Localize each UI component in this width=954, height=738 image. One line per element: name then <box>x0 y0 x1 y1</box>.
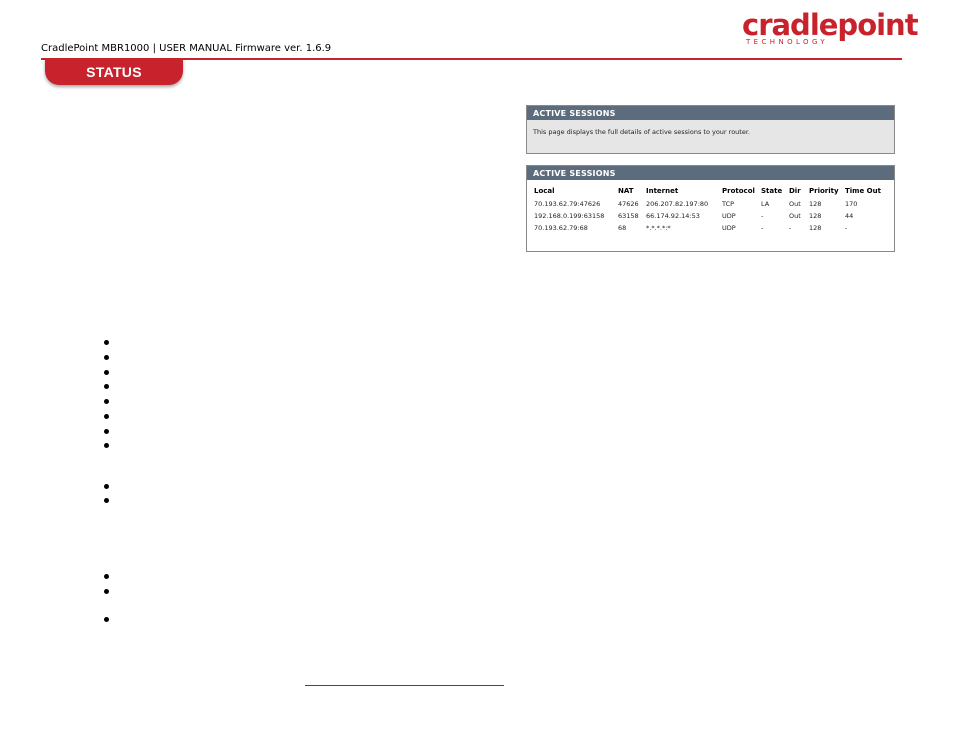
cell-state: - <box>761 224 764 232</box>
cell-local: 70.193.62.79:68 <box>534 224 588 232</box>
cell-nat: 68 <box>618 224 627 232</box>
logo-wordmark: cradlepoint <box>742 8 919 42</box>
bullet-icon <box>104 574 109 579</box>
bullet-icon <box>104 429 109 434</box>
panel-description: This page displays the full details of a… <box>527 120 894 144</box>
cell-timeout: - <box>845 224 848 232</box>
hyperlink-underline[interactable] <box>305 685 504 686</box>
column-header: Dir <box>789 187 801 195</box>
cell-state: - <box>761 212 764 220</box>
cradlepoint-logo: cradlepoint TECHNOLOGY <box>742 8 919 50</box>
cell-local: 192.168.0.199:63158 <box>534 212 605 220</box>
cell-protocol: TCP <box>722 200 735 208</box>
section-tab-status: STATUS <box>45 59 183 85</box>
sessions-table: Local NAT Internet Protocol State Dir Pr… <box>527 187 894 236</box>
cell-protocol: UDP <box>722 212 736 220</box>
cell-protocol: UDP <box>722 224 736 232</box>
cell-nat: 63158 <box>618 212 639 220</box>
bullet-icon <box>104 384 109 389</box>
bullet-icon <box>104 617 109 622</box>
cell-dir: - <box>789 224 792 232</box>
column-header: Priority <box>809 187 839 195</box>
panel-heading: ACTIVE SESSIONS <box>527 106 894 120</box>
column-header: State <box>761 187 783 195</box>
cell-dir: Out <box>789 200 801 208</box>
table-header-row: Local NAT Internet Protocol State Dir Pr… <box>527 187 894 200</box>
bullet-icon <box>104 340 109 345</box>
column-header: Time Out <box>845 187 881 195</box>
bullet-icon <box>104 399 109 404</box>
table-row: 70.193.62.79:47626 47626 206.207.82.197:… <box>527 200 894 212</box>
table-row: 192.168.0.199:63158 63158 66.174.92.14:5… <box>527 212 894 224</box>
cell-internet: *.*.*.*:* <box>646 224 671 232</box>
panel-heading: ACTIVE SESSIONS <box>527 166 894 180</box>
cell-nat: 47626 <box>618 200 639 208</box>
logo-tagline: TECHNOLOGY <box>746 38 829 46</box>
cell-priority: 128 <box>809 200 822 208</box>
bullet-icon <box>104 443 109 448</box>
cell-internet: 66.174.92.14:53 <box>646 212 700 220</box>
active-sessions-info-panel: ACTIVE SESSIONS This page displays the f… <box>526 105 895 154</box>
cell-internet: 206.207.82.197:80 <box>646 200 709 208</box>
cell-local: 70.193.62.79:47626 <box>534 200 601 208</box>
header-title: CradlePoint MBR1000 | USER MANUAL Firmwa… <box>41 43 332 54</box>
cell-priority: 128 <box>809 212 822 220</box>
cell-dir: Out <box>789 212 801 220</box>
column-header: NAT <box>618 187 634 195</box>
table-row: 70.193.62.79:68 68 *.*.*.*:* UDP - - 128… <box>527 224 894 236</box>
bullet-icon <box>104 589 109 594</box>
bullet-icon <box>104 370 109 375</box>
bullet-icon <box>104 355 109 360</box>
cell-timeout: 170 <box>845 200 858 208</box>
bullet-icon <box>104 414 109 419</box>
cell-timeout: 44 <box>845 212 854 220</box>
cell-state: LA <box>761 200 770 208</box>
bullet-icon <box>104 484 109 489</box>
bullet-icon <box>104 498 109 503</box>
active-sessions-table-panel: ACTIVE SESSIONS Local NAT Internet Proto… <box>526 165 895 252</box>
column-header: Local <box>534 187 555 195</box>
column-header: Internet <box>646 187 679 195</box>
column-header: Protocol <box>722 187 755 195</box>
cell-priority: 128 <box>809 224 822 232</box>
